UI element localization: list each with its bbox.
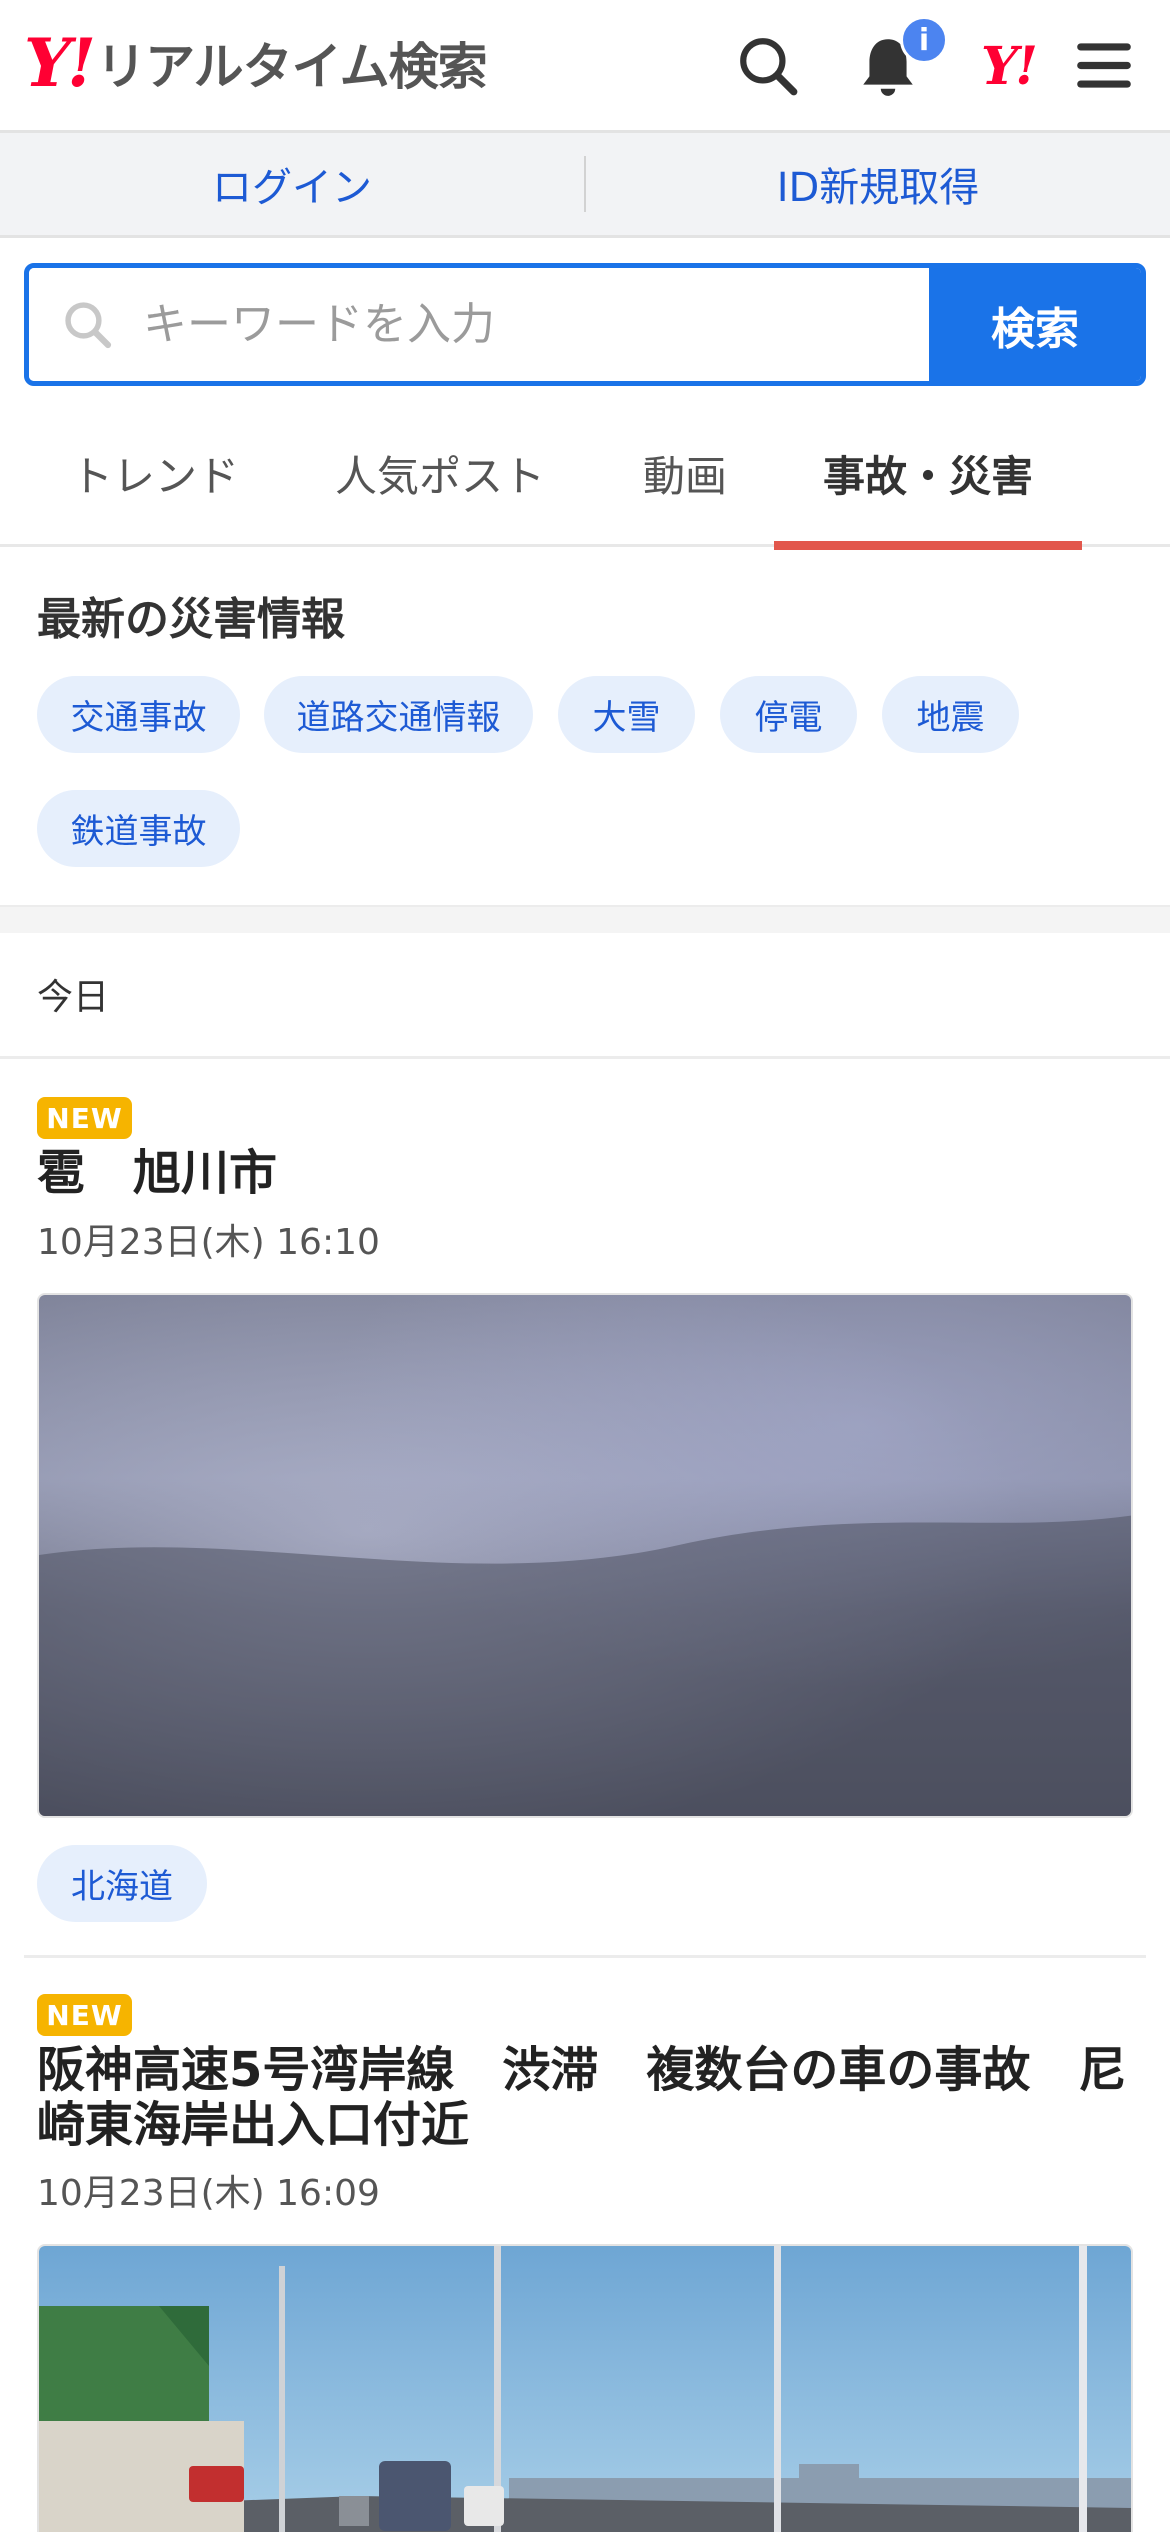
login-bar: ログイン ID新規取得 xyxy=(0,133,1170,238)
notification-badge: i xyxy=(900,16,948,64)
chip-power-outage[interactable]: 停電 xyxy=(720,676,857,753)
tab-trend[interactable]: トレンド xyxy=(60,400,250,547)
article-video-thumbnail[interactable] xyxy=(37,1293,1133,1818)
search-input[interactable] xyxy=(143,299,843,350)
article-title[interactable]: 阪神高速5号湾岸線 渋滞 複数台の車の事故 尼崎東海岸出入口付近 xyxy=(37,2043,1137,2153)
search-field xyxy=(29,268,929,381)
disaster-section-title: 最新の災害情報 xyxy=(37,594,345,645)
article-title[interactable]: 雹 旭川市 xyxy=(37,1146,1137,1201)
search-box: 検索 xyxy=(24,263,1146,386)
chip-heavy-snow[interactable]: 大雪 xyxy=(558,676,695,753)
location-tag[interactable]: 北海道 xyxy=(37,1845,207,1922)
yahoo-home-icon[interactable]: Y! xyxy=(968,30,1048,102)
chip-traffic-accident[interactable]: 交通事故 xyxy=(37,676,240,753)
yahoo-logo-mark: Y! xyxy=(24,24,96,102)
article-date: 10月23日(木) 16:10 xyxy=(37,1222,380,1263)
chip-railway-accident[interactable]: 鉄道事故 xyxy=(37,790,240,867)
search-field-icon xyxy=(65,301,112,348)
search-icon[interactable] xyxy=(732,30,804,102)
tab-accidents-disasters[interactable]: 事故・災害 xyxy=(774,400,1082,550)
logo-text: リアルタイム検索 xyxy=(96,38,487,96)
divider xyxy=(24,1955,1146,1958)
day-label: 今日 xyxy=(37,977,110,1018)
divider xyxy=(0,1056,1170,1059)
register-link[interactable]: ID新規取得 xyxy=(586,155,1170,213)
category-tabs: トレンド 人気ポスト 動画 事故・災害 xyxy=(0,400,1170,550)
yahoo-realtime-logo[interactable]: Y! リアルタイム検索 xyxy=(24,24,488,102)
article-date: 10月23日(木) 16:09 xyxy=(37,2173,380,2214)
section-separator xyxy=(0,905,1170,933)
new-badge: NEW xyxy=(37,1097,132,1139)
login-link[interactable]: ログイン xyxy=(0,155,584,213)
app-header: Y! リアルタイム検索 i Y! xyxy=(0,0,1170,133)
search-button[interactable]: 検索 xyxy=(929,268,1141,381)
tab-videos[interactable]: 動画 xyxy=(630,400,740,547)
chip-road-traffic-info[interactable]: 道路交通情報 xyxy=(264,676,533,753)
new-badge: NEW xyxy=(37,1994,132,2036)
tab-popular-posts[interactable]: 人気ポスト xyxy=(320,400,560,547)
chip-earthquake[interactable]: 地震 xyxy=(882,676,1019,753)
article-video-thumbnail[interactable] xyxy=(37,2244,1133,2532)
menu-icon[interactable] xyxy=(1068,30,1140,102)
